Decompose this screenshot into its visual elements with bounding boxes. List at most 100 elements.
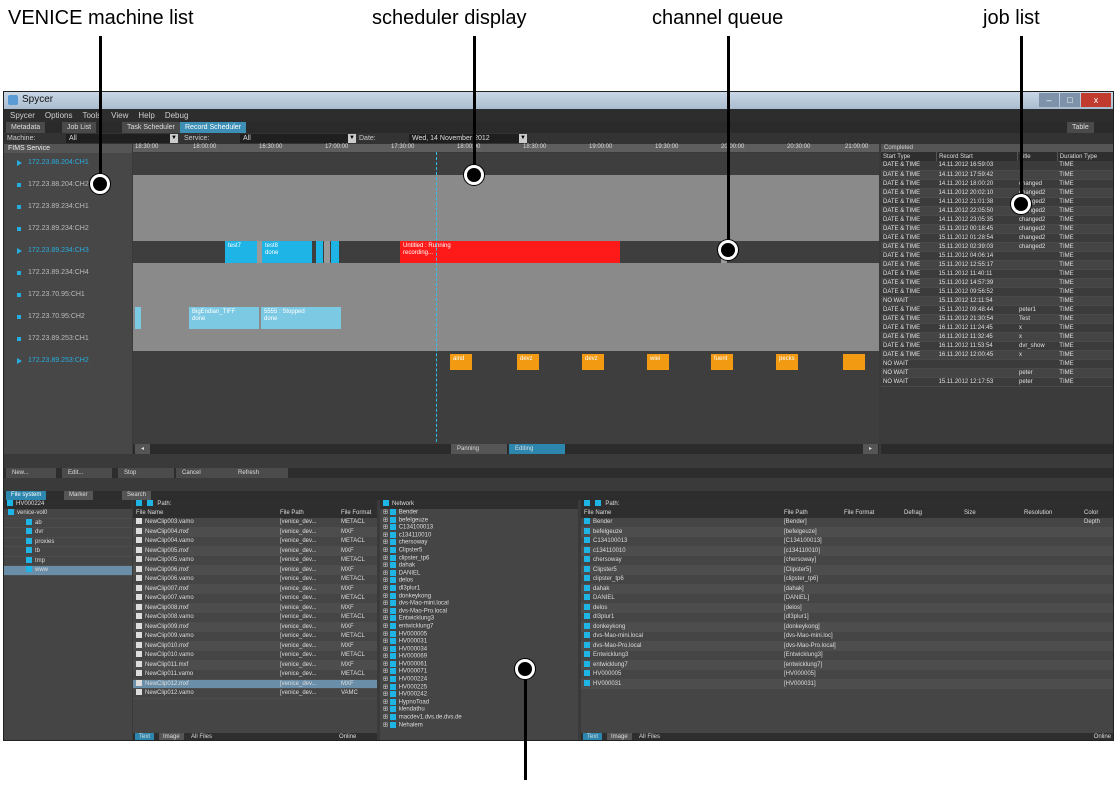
panning-button[interactable]: Panning (451, 444, 507, 454)
remote-row[interactable]: Clipster5 [Clipster5] (581, 565, 1113, 575)
machine-filter-select[interactable]: All ▼ (66, 134, 178, 143)
tab-search[interactable]: Search (122, 491, 152, 500)
remote-row[interactable]: C134100013 [C134100013] (581, 537, 1113, 547)
network-item[interactable]: ⊞ dl3plur1 (380, 584, 578, 593)
table-row[interactable]: DATE & TIME 15.11.2012 02:39:03 changed2 TI… (881, 242, 1113, 252)
machine-item[interactable]: 172.23.89.234:CH1 (4, 197, 132, 217)
remote-row[interactable]: Bender [Bender] (581, 518, 1113, 528)
remote-row[interactable]: chersoway [chersoway] (581, 556, 1113, 566)
job-block-queued[interactable]: wiei (647, 354, 669, 370)
table-row[interactable]: NO WAIT 15.11.2012 12:11:54 TIME (881, 296, 1113, 306)
table-row[interactable]: DATE & TIME 16.11.2012 12:00:45 x TIME (881, 350, 1113, 360)
network-item[interactable]: ⊞ HypnoToad (380, 698, 578, 707)
file-row[interactable]: NewClip003.vamo [venice_dev... METACL (133, 518, 377, 528)
expand-icon[interactable]: ⊞ (383, 510, 390, 516)
expand-icon[interactable]: ⊞ (383, 661, 390, 667)
table-row[interactable]: DATE & TIME 15.11.2012 01:28:54 changed2 TI… (881, 233, 1113, 243)
file-row[interactable]: NewClip008.mxf [venice_dev... MXF (133, 603, 377, 613)
network-item[interactable]: ⊞ HV000071 (380, 668, 578, 676)
drive-select[interactable]: HV000224 (4, 500, 132, 509)
expand-icon[interactable]: ⊞ (383, 669, 390, 675)
channel-lane[interactable] (133, 285, 879, 307)
network-item[interactable]: ⊞ entwicklung7 (380, 622, 578, 631)
expand-icon[interactable]: ⊞ (383, 654, 390, 660)
table-row[interactable]: NO WAIT 15.11.2012 12:17:53 peter TIME (881, 377, 1113, 387)
text-view-button[interactable]: Text (135, 733, 155, 740)
channel-lane[interactable] (133, 197, 879, 219)
expand-icon[interactable]: ⊞ (383, 699, 390, 705)
remote-row[interactable]: entwicklung7 [entwicklung7] (581, 660, 1113, 670)
tab-marker[interactable]: Marker (64, 491, 93, 500)
expand-icon[interactable]: ⊞ (383, 578, 390, 584)
network-item[interactable]: ⊞ HV000242 (380, 691, 578, 699)
remote-row[interactable]: dvs-Mao-Pro.local [dvs-Mao-Pro.local] (581, 641, 1113, 651)
expand-icon[interactable]: ⊞ (383, 570, 390, 576)
image-view-button[interactable]: Image (159, 733, 184, 740)
channel-lane[interactable] (133, 219, 879, 241)
table-row[interactable]: DATE & TIME 14.11.2012 16:59:03 TIME (881, 161, 1113, 171)
machine-item[interactable]: 172.23.70.95:CH1 (4, 285, 132, 305)
expand-icon[interactable]: ⊞ (383, 608, 390, 614)
expand-icon[interactable]: ⊞ (383, 631, 390, 637)
col-file-path[interactable]: File Path (784, 509, 808, 518)
network-item[interactable]: ⊞ c134110010 (380, 531, 578, 540)
view-mode-icon[interactable] (594, 500, 601, 507)
col-record-start[interactable]: Record Start (936, 152, 1018, 161)
table-row[interactable]: DATE & TIME 14.11.2012 18:00:20 changed TIM… (881, 179, 1113, 189)
network-item[interactable]: ⊞ HV000034 (380, 645, 578, 654)
tab-table[interactable]: Table (1067, 122, 1094, 133)
remote-row[interactable]: HV000005 [HV000005] (581, 670, 1113, 680)
job-block[interactable] (316, 241, 323, 263)
network-item[interactable]: ⊞ DANIEL (380, 569, 578, 578)
expand-icon[interactable]: ⊞ (383, 677, 390, 683)
file-filter-select[interactable]: All Files (639, 733, 660, 740)
machine-item[interactable]: 172.23.88.204:CH1 (4, 153, 132, 173)
remote-row[interactable]: Entwicklung3 [Entwicklung3] (581, 651, 1113, 661)
view-mode-icon[interactable] (146, 500, 153, 507)
col-size[interactable]: Size (964, 509, 976, 518)
table-row[interactable]: DATE & TIME 15.11.2012 00:18:45 changed2 TI… (881, 224, 1113, 234)
file-row[interactable]: NewClip009.vamo [venice_dev... METACL (133, 632, 377, 642)
menu-options[interactable]: Options (45, 109, 73, 122)
network-item[interactable]: ⊞ HV000061 (380, 660, 578, 669)
tree-item[interactable]: ab (4, 518, 132, 528)
machine-item[interactable]: 172.23.89.234:CH4 (4, 263, 132, 283)
tree-item[interactable]: proxies (4, 537, 132, 547)
tree-item[interactable]: www (4, 566, 132, 576)
job-block[interactable] (324, 241, 330, 263)
col-file-path[interactable]: File Path (280, 509, 304, 518)
network-item[interactable]: ⊞ delos (380, 577, 578, 585)
col-start-type[interactable]: Start Type (881, 152, 938, 161)
network-item[interactable]: ⊞ dahak (380, 562, 578, 570)
tree-item[interactable]: tmp (4, 556, 132, 566)
table-row[interactable]: DATE & TIME 15.11.2012 09:56:52 TIME (881, 287, 1113, 297)
tab-record-scheduler[interactable]: Record Scheduler (180, 122, 247, 133)
job-block-queued[interactable]: pecks (776, 354, 798, 370)
remote-row[interactable]: donkeykong [donkeykong] (581, 622, 1113, 632)
menu-debug[interactable]: Debug (165, 109, 189, 122)
table-row[interactable]: DATE & TIME 15.11.2012 21:30:54 Test TIME (881, 314, 1113, 324)
table-row[interactable]: DATE & TIME 14.11.2012 22:05:50 changed2 TI… (881, 206, 1113, 216)
editing-button[interactable]: Editing (509, 444, 565, 454)
up-folder-icon[interactable] (584, 500, 590, 507)
file-row[interactable]: NewClip009.mxf [venice_dev... MXF (133, 622, 377, 632)
expand-icon[interactable]: ⊞ (383, 616, 390, 622)
remote-row[interactable]: HV000031 [HV000031] (581, 679, 1113, 689)
network-item[interactable]: ⊞ klendathu (380, 706, 578, 714)
table-row[interactable]: DATE & TIME 15.11.2012 11:40:11 TIME (881, 269, 1113, 279)
file-filter-select[interactable]: All Files (191, 733, 212, 740)
channel-lane[interactable]: aind devz devz wiei fuent pecks (133, 351, 879, 373)
remote-row[interactable]: clipster_tp6 [clipster_tp6] (581, 575, 1113, 585)
job-list-scrollbar[interactable] (881, 444, 1113, 454)
text-view-button[interactable]: Text (583, 733, 603, 740)
image-view-button[interactable]: Image (607, 733, 632, 740)
table-row[interactable]: DATE & TIME 14.11.2012 23:05:35 changed2 TI… (881, 215, 1113, 225)
col-defrag[interactable]: Defrag (904, 509, 922, 518)
table-row[interactable]: DATE & TIME 15.11.2012 14:57:39 TIME (881, 278, 1113, 288)
file-row[interactable]: NewClip010.mxf [venice_dev... MXF (133, 641, 377, 651)
expand-icon[interactable]: ⊞ (383, 548, 390, 554)
cancel-button[interactable]: Cancel (176, 468, 232, 478)
expand-icon[interactable]: ⊞ (383, 517, 390, 523)
job-block[interactable]: BigEndian_TIFF done (189, 307, 259, 329)
date-filter-select[interactable]: Wed, 14 November 2012 ▼ (409, 134, 527, 143)
